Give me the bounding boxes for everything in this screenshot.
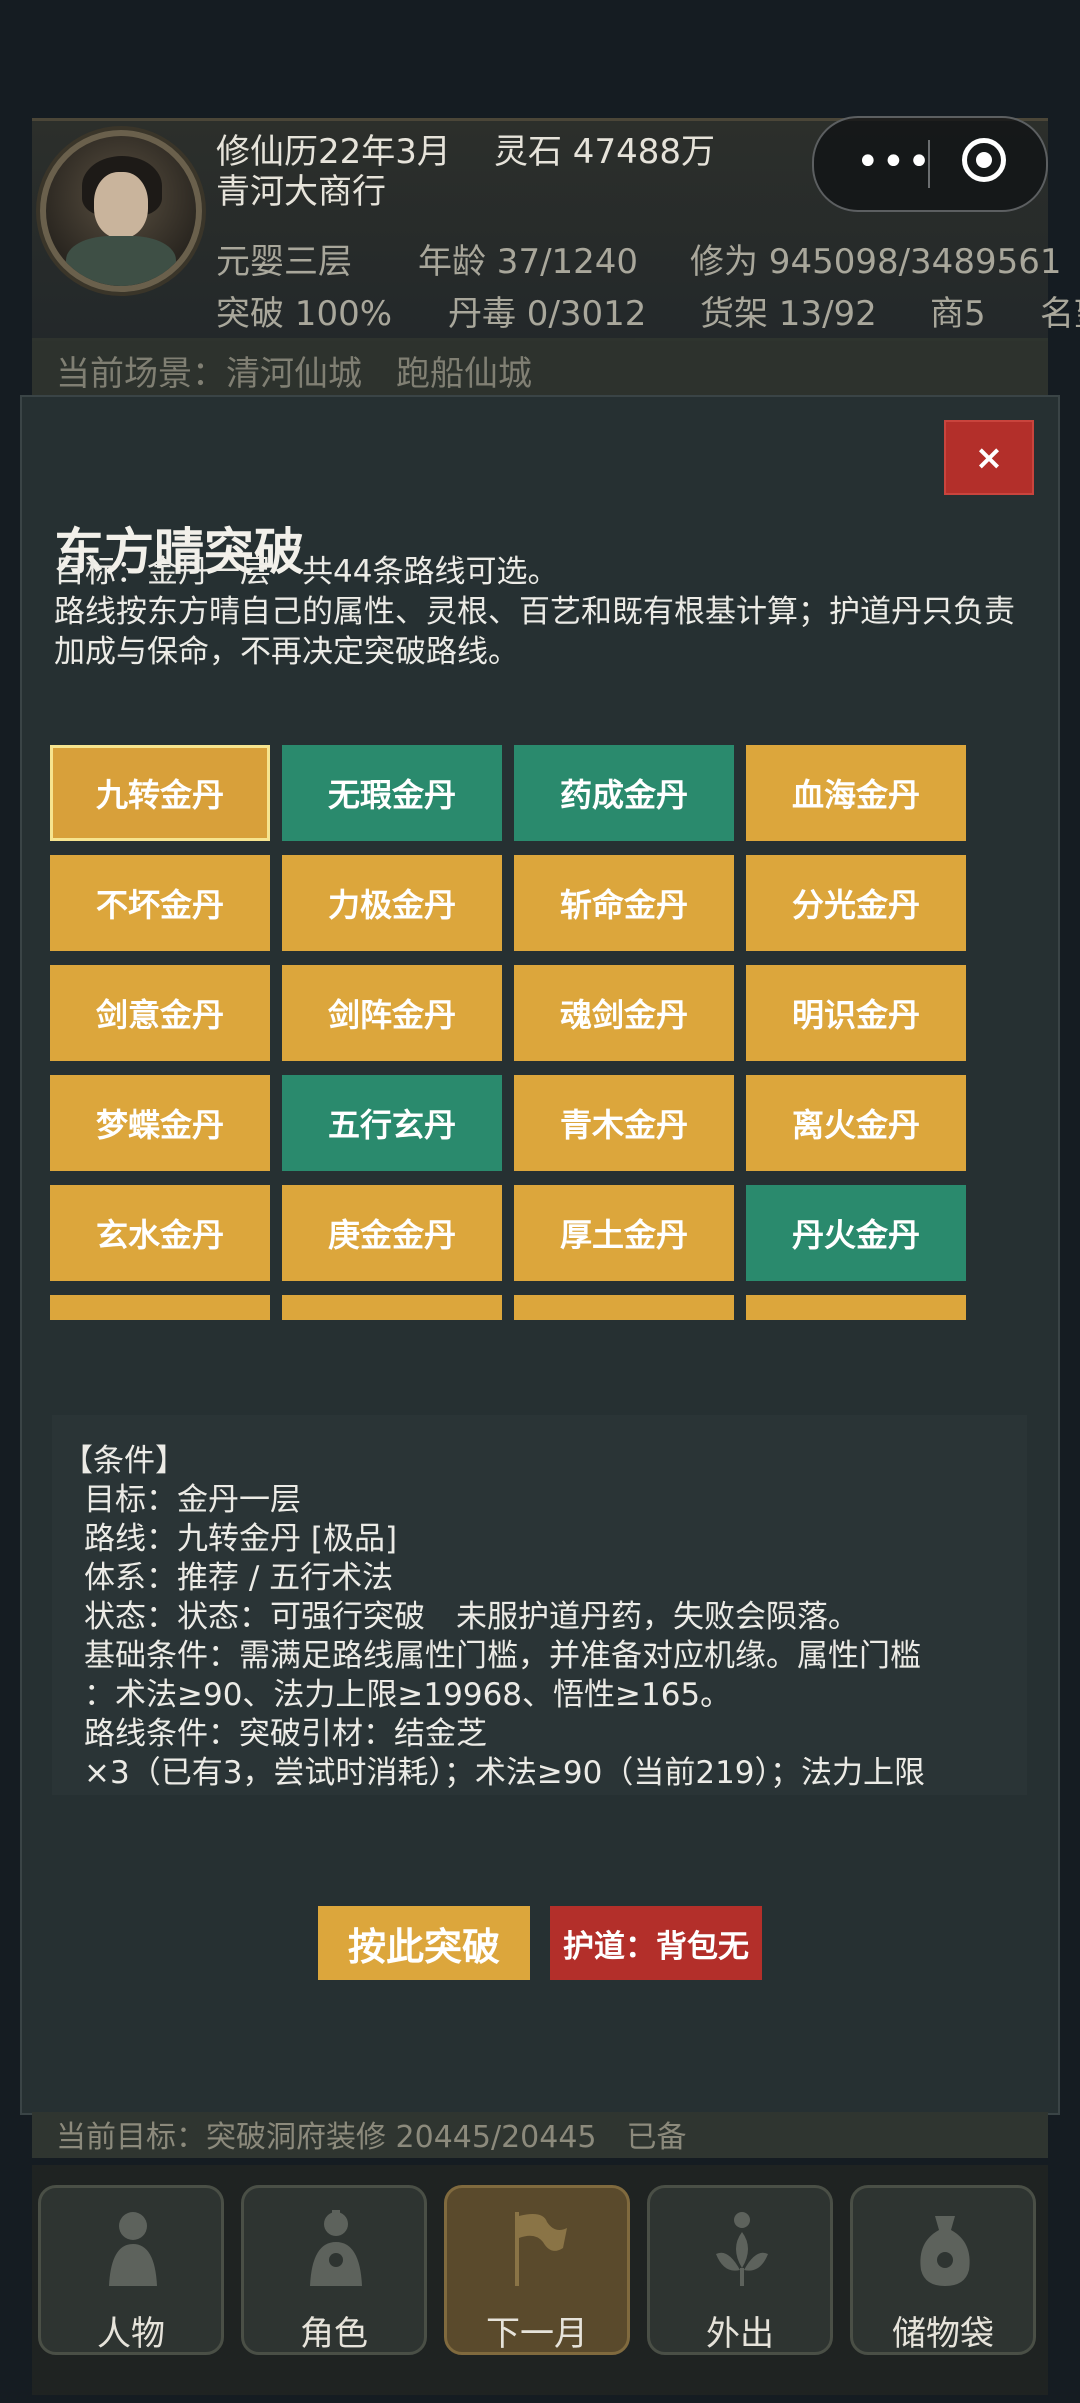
flag-icon [507, 2208, 571, 2288]
age-text: 年龄 37/1240 [418, 242, 639, 282]
goal-bar: 当前目标：突破洞府装修 20445/20445 已备 [32, 2112, 1048, 2158]
route-button[interactable]: 五行玄丹 [282, 1075, 502, 1171]
route-button[interactable]: 离火金丹 [746, 1075, 966, 1171]
nav-button[interactable]: 外出 [647, 2185, 833, 2355]
close-miniprogram-icon[interactable] [962, 138, 1006, 182]
dialog-description: 目标：金丹一层 共44条路线可选。 路线按东方晴自己的属性、灵根、百艺和既有根基… [54, 552, 1034, 672]
route-button[interactable] [746, 1295, 966, 1320]
route-button[interactable]: 九转金丹 [50, 745, 270, 841]
route-button[interactable]: 药成金丹 [514, 745, 734, 841]
nav-label: 角色 [300, 2314, 368, 2354]
route-button[interactable]: 不坏金丹 [50, 855, 270, 951]
fame-text: 名望 [1040, 294, 1080, 334]
breakthrough-button[interactable]: 按此突破 [318, 1906, 530, 1980]
route-button[interactable] [282, 1295, 502, 1320]
route-button[interactable]: 庚金金丹 [282, 1185, 502, 1281]
route-button[interactable]: 剑意金丹 [50, 965, 270, 1061]
realm-text: 元婴三层 [216, 242, 352, 282]
route-button[interactable]: 青木金丹 [514, 1075, 734, 1171]
route-button[interactable]: 玄水金丹 [50, 1185, 270, 1281]
nav-label: 储物袋 [892, 2314, 994, 2354]
close-button[interactable]: × [944, 420, 1034, 495]
route-button[interactable]: 丹火金丹 [746, 1185, 966, 1281]
target-line: 目标：金丹一层 共44条路线可选。 [54, 554, 559, 590]
toxicity-text: 丹毒 0/3012 [448, 294, 647, 334]
nav-label: 人物 [97, 2314, 165, 2354]
route-button[interactable]: 剑阵金丹 [282, 965, 502, 1061]
nav-label: 外出 [706, 2314, 774, 2354]
lotus-icon [710, 2208, 774, 2288]
conditions-panel: 【条件】 目标：金丹一层 路线：九转金丹 [极品] 体系：推荐 / 五行术法 状态：状态… [52, 1415, 1027, 1795]
capsule-divider [928, 140, 930, 188]
goal-text: 当前目标：突破洞府装修 20445/20445 已备 [56, 2120, 687, 2155]
avatar-face [94, 172, 148, 238]
nav-button[interactable]: 储物袋 [850, 2185, 1036, 2355]
merchant-level: 商5 [930, 294, 986, 334]
nav-button[interactable]: 人物 [38, 2185, 224, 2355]
spirit-stones-text: 灵石 47488万 [494, 132, 715, 172]
scene-text: 当前场景：清河仙城 跑船仙城 [56, 354, 532, 394]
bottom-nav: 人物 角色 下一月 外出 储物袋 [32, 2165, 1048, 2395]
more-icon[interactable]: ••• [856, 142, 933, 182]
avatar-robe [66, 236, 176, 286]
route-button[interactable]: 斩命金丹 [514, 855, 734, 951]
route-button[interactable]: 无瑕金丹 [282, 745, 502, 841]
route-button[interactable]: 魂剑金丹 [514, 965, 734, 1061]
route-button[interactable]: 明识金丹 [746, 965, 966, 1061]
player-avatar[interactable] [40, 130, 202, 292]
person-icon [101, 2208, 165, 2288]
shelves-text: 货架 13/92 [700, 294, 877, 334]
route-button[interactable]: 力极金丹 [282, 855, 502, 951]
condition-line: ≥19968（当前23658）；悟性≥165（当前182）；传承：九转 [84, 1786, 948, 1795]
guard-pill-button[interactable]: 护道：背包无 [550, 1906, 762, 1980]
cultivation-text: 修为 945098/3489561 [690, 242, 1062, 282]
miniprogram-capsule: ••• [812, 116, 1048, 212]
breakthrough-rate: 突破 100% [216, 294, 393, 334]
route-button[interactable] [514, 1295, 734, 1320]
nav-label: 下一月 [486, 2314, 588, 2354]
route-button[interactable]: 血海金丹 [746, 745, 966, 841]
shop-name: 青河大商行 [216, 172, 386, 212]
route-button[interactable] [50, 1295, 270, 1320]
role-icon [304, 2208, 368, 2288]
nav-button[interactable]: 下一月 [444, 2185, 630, 2355]
route-grid: 九转金丹 无瑕金丹 药成金丹 血海金丹不坏金丹 力极金丹 斩命金丹 分光金丹剑意金丹 剑阵金丹… [50, 745, 980, 1320]
route-button[interactable]: 分光金丹 [746, 855, 966, 951]
route-button[interactable]: 梦蝶金丹 [50, 1075, 270, 1171]
route-explanation: 路线按东方晴自己的属性、灵根、百艺和既有根基计算；护道丹只负责加成与保命，不再决… [54, 594, 1015, 670]
scene-bar: 当前场景：清河仙城 跑船仙城 [32, 338, 1048, 398]
nav-button[interactable]: 角色 [241, 2185, 427, 2355]
bag-icon [913, 2208, 977, 2288]
route-button[interactable]: 厚土金丹 [514, 1185, 734, 1281]
